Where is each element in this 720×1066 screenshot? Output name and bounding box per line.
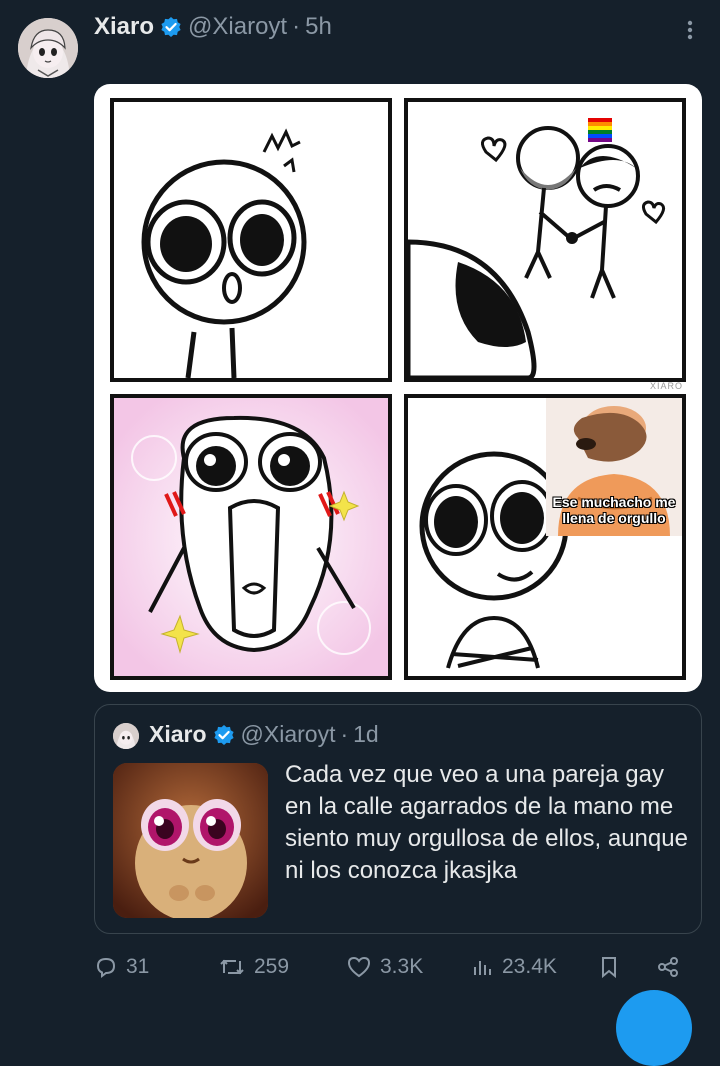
quoted-verified-badge-icon: [213, 724, 235, 746]
tweet-timestamp[interactable]: 5h: [305, 13, 332, 41]
quoted-timestamp[interactable]: 1d: [353, 721, 379, 748]
bookmark-icon: [602, 957, 616, 979]
quoted-author-name[interactable]: Xiaro: [149, 721, 207, 748]
tweet-media-comic[interactable]: XIARO Ese muchacho me llena de orgullo: [94, 84, 702, 692]
author-handle[interactable]: @Xiaroyt: [188, 13, 287, 41]
quoted-tweet[interactable]: Xiaro @Xiaroyt · 1d Cada vez que veo a u…: [94, 704, 702, 934]
retweet-button[interactable]: 259: [218, 948, 289, 986]
view-count: 23.4K: [502, 955, 557, 978]
like-button[interactable]: 3.3K: [346, 948, 423, 986]
comic-panel-1: [110, 98, 392, 382]
quoted-header: Xiaro @Xiaroyt · 1d: [149, 721, 379, 748]
author-avatar[interactable]: [18, 18, 78, 78]
tweet-action-bar: 31 259 3.3K 23.4K: [94, 948, 702, 986]
more-options-icon[interactable]: [680, 18, 700, 42]
heart-icon: [347, 956, 371, 978]
comic-panel-4: Ese muchacho me llena de orgullo: [404, 394, 686, 680]
verified-badge-icon: [160, 16, 182, 38]
retweet-count: 259: [254, 955, 290, 978]
meme-caption: Ese muchacho me llena de orgullo: [552, 494, 676, 526]
quoted-author-handle[interactable]: @Xiaroyt: [241, 721, 336, 748]
comic-watermark: XIARO: [650, 381, 684, 391]
header-separator: ·: [292, 13, 301, 40]
quoted-tweet-text: Cada vez que veo a una pareja gay en la …: [285, 761, 688, 884]
quoted-header-separator: ·: [340, 721, 349, 747]
views-button[interactable]: 23.4K: [470, 948, 557, 986]
share-icon: [658, 957, 678, 977]
retweet-icon: [220, 959, 244, 975]
comic-panel-2: [404, 98, 686, 382]
quoted-author-avatar[interactable]: [113, 723, 139, 749]
tweet-header: Xiaro @Xiaroyt · 5h: [94, 12, 332, 42]
compose-button[interactable]: [616, 990, 692, 1066]
reply-icon: [96, 957, 116, 978]
like-count: 3.3K: [380, 955, 424, 978]
share-button[interactable]: [656, 948, 688, 986]
reply-button[interactable]: 31: [94, 948, 149, 986]
bookmark-button[interactable]: [598, 948, 628, 986]
views-chart-icon: [474, 961, 491, 975]
author-name[interactable]: Xiaro: [94, 13, 154, 41]
quoted-media-image[interactable]: [113, 763, 268, 918]
reply-count: 31: [126, 955, 150, 978]
comic-panel-3: [110, 394, 392, 680]
